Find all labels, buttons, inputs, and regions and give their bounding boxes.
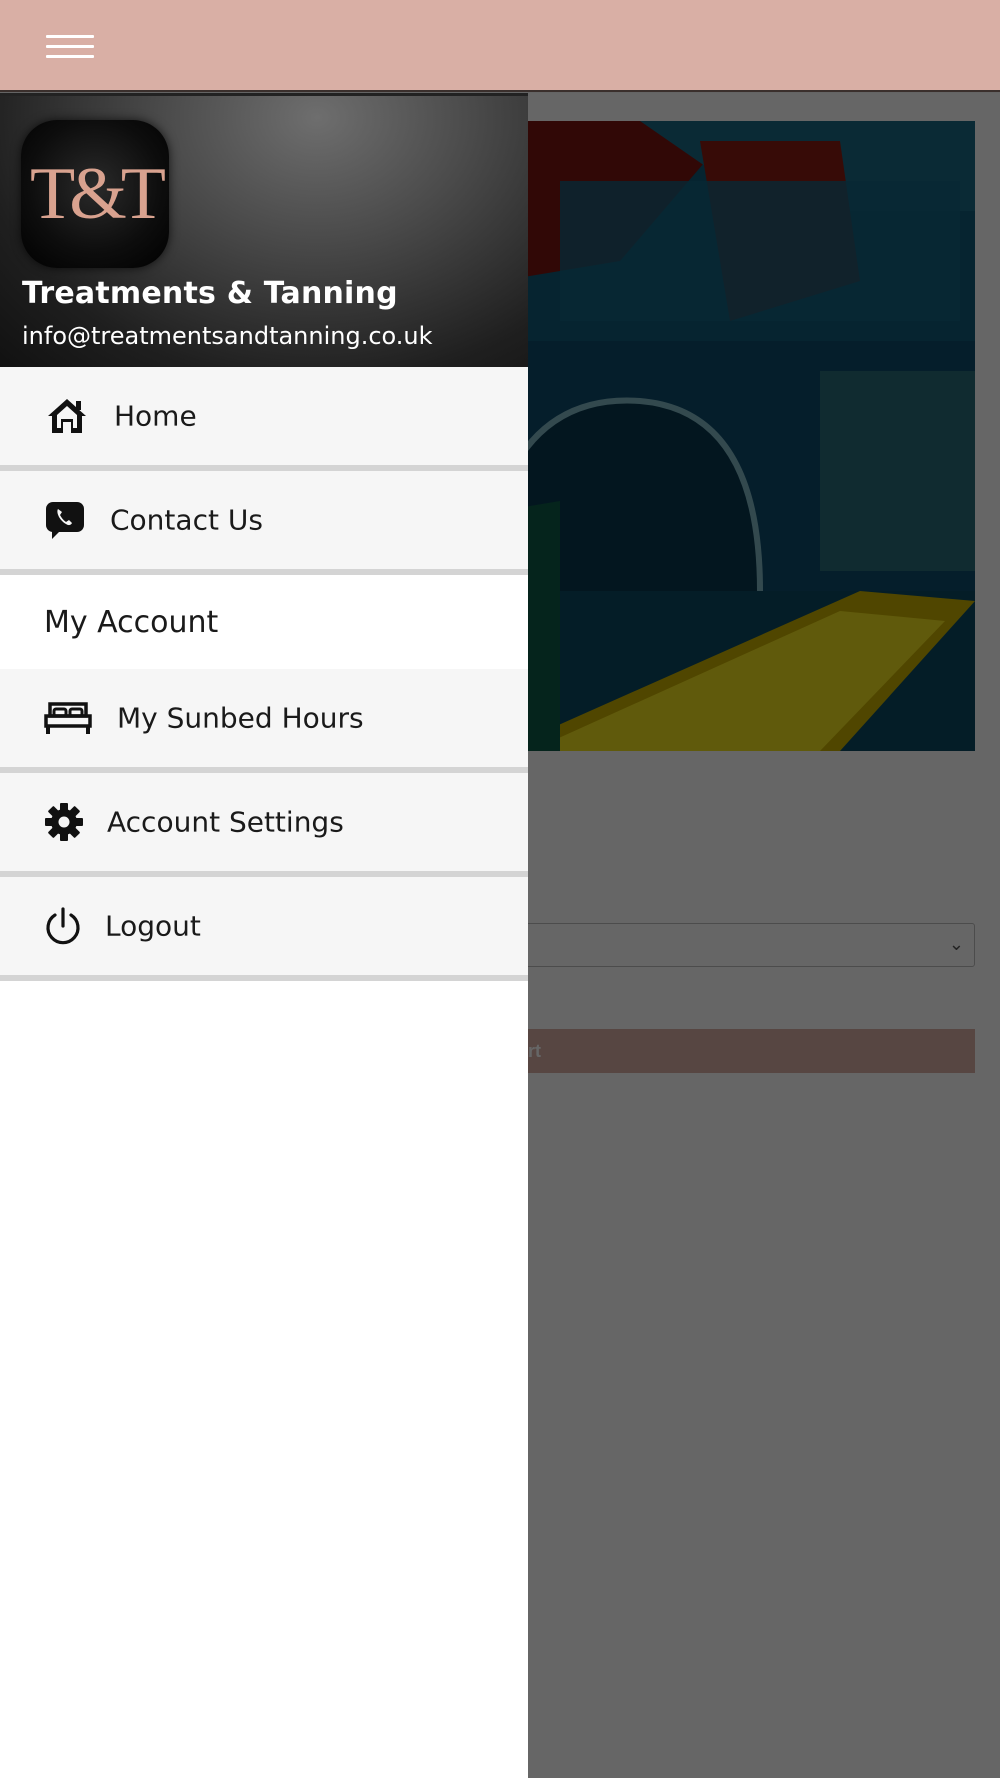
menu-item-account-settings-label: Account Settings xyxy=(107,805,344,839)
menu-item-my-sunbed-hours-label: My Sunbed Hours xyxy=(117,701,364,735)
hamburger-menu-icon[interactable] xyxy=(46,35,94,65)
menu-item-contact-us[interactable]: Contact Us xyxy=(0,471,528,575)
menu-item-my-sunbed-hours[interactable]: My Sunbed Hours xyxy=(0,669,528,773)
brand-name: Treatments & Tanning xyxy=(22,276,398,311)
home-icon xyxy=(48,399,86,433)
app-bar xyxy=(0,0,1000,92)
drawer-header: T&T Treatments & Tanning info@treatments… xyxy=(0,93,528,367)
menu-item-account-settings[interactable]: Account Settings xyxy=(0,773,528,877)
menu-item-home[interactable]: Home xyxy=(0,367,528,471)
menu-item-contact-us-label: Contact Us xyxy=(110,503,263,537)
phone-chat-icon xyxy=(46,502,84,539)
brand-email: info@treatmentsandtanning.co.uk xyxy=(22,322,433,350)
bed-icon xyxy=(44,702,92,734)
power-icon xyxy=(46,907,80,945)
menu-item-home-label: Home xyxy=(114,399,197,433)
section-title-my-account: My Account xyxy=(0,575,528,669)
gear-icon xyxy=(45,803,83,841)
menu-item-logout-label: Logout xyxy=(105,909,201,943)
navigation-drawer: T&T Treatments & Tanning info@treatments… xyxy=(0,93,528,1778)
menu-item-logout[interactable]: Logout xyxy=(0,877,528,981)
brand-logo: T&T xyxy=(21,120,169,268)
